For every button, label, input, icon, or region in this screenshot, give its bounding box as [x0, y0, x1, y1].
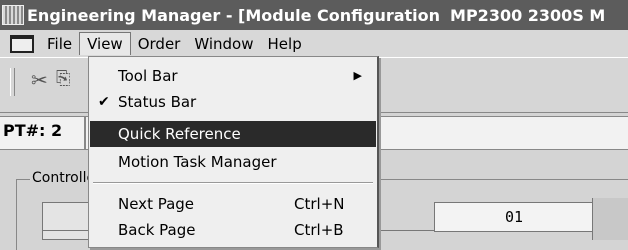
- submenu-arrow-icon: ▶: [353, 69, 362, 82]
- menu-item-label: Quick Reference: [118, 125, 241, 143]
- menu-item-label: Motion Task Manager: [118, 153, 277, 171]
- checkmark-icon: ✔: [98, 94, 110, 110]
- menu-item-label: Tool Bar: [118, 67, 178, 85]
- menu-item-quick-reference[interactable]: Quick Reference: [90, 121, 376, 147]
- title-bar: Engineering Manager - [Module Configurat…: [0, 0, 628, 30]
- menu-file[interactable]: File: [40, 33, 79, 55]
- menu-help[interactable]: Help: [261, 33, 309, 55]
- menu-item-motion-task-manager[interactable]: Motion Task Manager: [90, 149, 376, 175]
- group-label: Controller: [30, 170, 92, 186]
- menu-item-label: Next Page: [118, 195, 195, 213]
- menu-item-back-page[interactable]: Back Page Ctrl+B: [90, 217, 376, 243]
- menu-window[interactable]: Window: [187, 33, 260, 55]
- menu-item-shortcut: Ctrl+B: [294, 221, 344, 239]
- menu-item-label: Back Page: [118, 221, 196, 239]
- view-menu-dropdown: Tool Bar ▶ ✔ Status Bar Quick Reference …: [88, 56, 379, 248]
- menu-order[interactable]: Order: [131, 33, 188, 55]
- copy-icon[interactable]: ⎘: [56, 68, 70, 89]
- menu-item-tool-bar[interactable]: Tool Bar ▶: [90, 63, 376, 89]
- column-header-01[interactable]: 01: [434, 202, 594, 232]
- app-icon: [2, 5, 24, 25]
- window-title-extra: MP2300 2300S M: [450, 5, 606, 25]
- menu-item-label: Status Bar: [118, 93, 197, 111]
- menu-item-status-bar[interactable]: ✔ Status Bar: [90, 89, 376, 115]
- menu-item-next-page[interactable]: Next Page Ctrl+N: [90, 191, 376, 217]
- menu-item-shortcut: Ctrl+N: [294, 195, 345, 213]
- pt-divider: [84, 117, 86, 149]
- menu-view[interactable]: View: [79, 32, 131, 55]
- cut-icon[interactable]: ✂: [31, 68, 48, 92]
- system-menu-icon[interactable]: [10, 34, 34, 53]
- menu-separator: [93, 182, 373, 184]
- toolbar-grip[interactable]: [10, 68, 15, 96]
- menu-bar: File View Order Window Help: [0, 30, 628, 57]
- grid-side-area: [592, 198, 628, 240]
- pt-label: PT#: 2: [3, 121, 63, 140]
- window-title: Engineering Manager - [Module Configurat…: [27, 5, 441, 25]
